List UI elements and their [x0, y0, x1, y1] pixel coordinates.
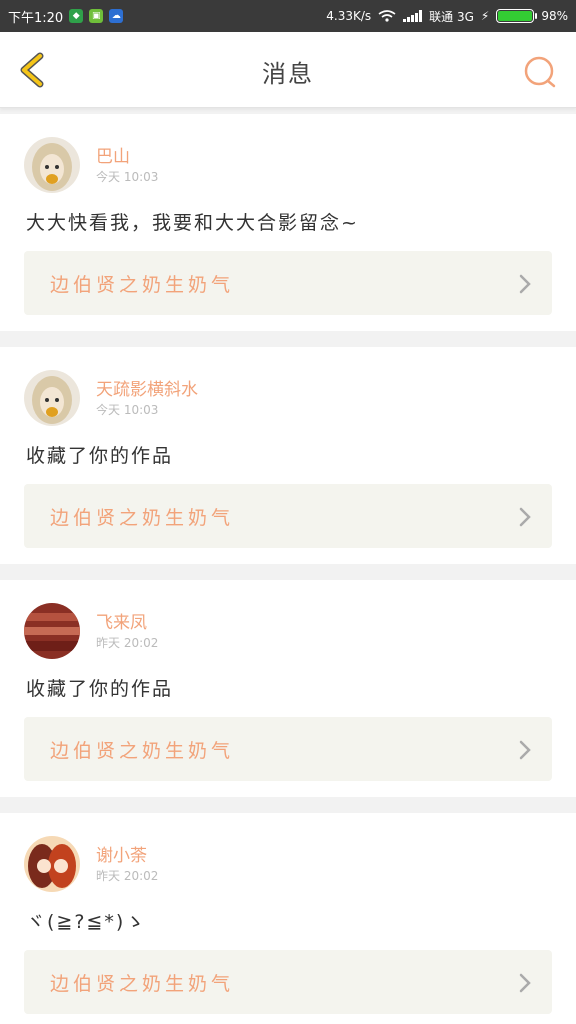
battery-percent: 98%: [541, 9, 568, 23]
charging-icon: ⚡: [480, 9, 490, 23]
sender-name[interactable]: 天疏影横斜水: [96, 375, 198, 400]
sender-name[interactable]: 巴山: [96, 142, 130, 167]
work-title: 边伯贤之奶生奶气: [50, 274, 235, 296]
header-bar: 消息: [0, 32, 576, 108]
message-card: 谢小荼 昨天 20:02 ヾ(≧?≦*)ゝ 边伯贤之奶生奶气: [0, 813, 576, 1024]
message-card: 飞来凤 昨天 20:02 收藏了你的作品 边伯贤之奶生奶气: [0, 580, 576, 797]
chevron-right-icon: [519, 740, 531, 760]
message-card: 巴山 今天 10:03 大大快看我，我要和大大合影留念~ 边伯贤之奶生奶气: [0, 114, 576, 331]
referenced-work[interactable]: 边伯贤之奶生奶气: [24, 717, 552, 781]
avatar[interactable]: [24, 137, 80, 193]
work-title: 边伯贤之奶生奶气: [50, 740, 235, 762]
referenced-work[interactable]: 边伯贤之奶生奶气: [24, 251, 552, 315]
shield-app-icon: ◆: [69, 9, 84, 23]
chevron-right-icon: [519, 507, 531, 527]
message-time: 昨天 20:02: [96, 869, 159, 883]
notes-app-icon: ▣: [89, 9, 104, 23]
message-text: 收藏了你的作品: [26, 678, 174, 700]
message-time: 今天 10:03: [96, 170, 159, 184]
battery-icon: [496, 9, 538, 23]
message-text: 收藏了你的作品: [26, 445, 174, 467]
search-icon[interactable]: [522, 54, 558, 90]
carrier-label: 联通 3G: [429, 9, 474, 24]
chevron-right-icon: [519, 973, 531, 993]
message-text: ヾ(≧?≦*)ゝ: [26, 911, 147, 933]
message-text: 大大快看我，我要和大大合影留念~: [26, 212, 359, 234]
sender-name[interactable]: 谢小荼: [96, 841, 147, 866]
status-bar: 下午1:20 ◆ ▣ ☁ 4.33K/s 联通 3G ⚡ 98%: [0, 0, 576, 32]
cloud-app-icon: ☁: [109, 9, 124, 23]
sender-name[interactable]: 飞来凤: [96, 608, 147, 633]
message-card: 天疏影横斜水 今天 10:03 收藏了你的作品 边伯贤之奶生奶气: [0, 347, 576, 564]
message-time: 今天 10:03: [96, 403, 159, 417]
message-time: 昨天 20:02: [96, 636, 159, 650]
avatar[interactable]: [24, 836, 80, 892]
page-title: 消息: [262, 60, 314, 88]
network-speed: 4.33K/s: [326, 9, 372, 23]
signal-icon: [403, 10, 423, 22]
avatar[interactable]: [24, 370, 80, 426]
wifi-icon: [378, 10, 396, 22]
status-time: 下午1:20: [8, 10, 64, 26]
referenced-work[interactable]: 边伯贤之奶生奶气: [24, 950, 552, 1014]
work-title: 边伯贤之奶生奶气: [50, 973, 235, 995]
avatar[interactable]: [24, 603, 80, 659]
chevron-right-icon: [519, 274, 531, 294]
referenced-work[interactable]: 边伯贤之奶生奶气: [24, 484, 552, 548]
message-list: 巴山 今天 10:03 大大快看我，我要和大大合影留念~ 边伯贤之奶生奶气 天疏…: [0, 114, 576, 1024]
work-title: 边伯贤之奶生奶气: [50, 507, 235, 529]
